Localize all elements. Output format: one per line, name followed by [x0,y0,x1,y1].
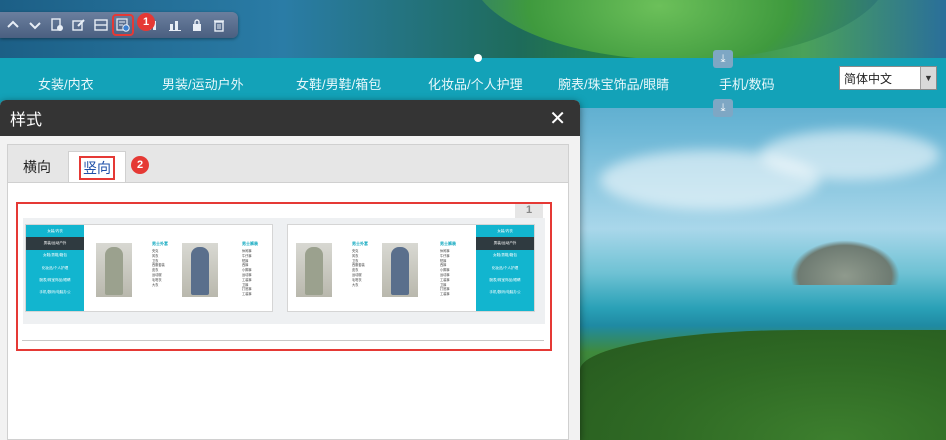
dropdown-arrow-icon[interactable]: ▼ [920,67,936,89]
language-select-value: 简体中文 [844,71,893,86]
language-select[interactable]: 简体中文 ▼ [839,66,937,90]
tab-vertical-label: 竖向 [79,155,115,180]
mini-menu-item: 腕表/珠宝饰品/眼睛 [489,277,521,282]
nav-item[interactable]: 化妆品/个人护理 [428,74,523,93]
style-preview-frame: 1 女装/内衣 男装/运动户外 女鞋/男鞋/箱包 化妆品/个人护理 腕表/珠宝饰… [16,202,552,351]
nav-item[interactable]: 手机/数码 [719,74,775,93]
download-icon[interactable]: ⤓ [713,99,733,117]
dialog-title: 样式 [10,112,43,129]
preview-thumbnail-left-menu: 女装/内衣 男装/运动户外 女鞋/男鞋/箱包 化妆品/个人护理 腕表/珠宝饰品/… [25,224,273,312]
trash-icon[interactable] [210,16,228,34]
mini-menu-item: 化妆品/个人护理 [491,265,519,270]
mini-menu-item: 女鞋/男鞋/箱包 [43,253,67,258]
tab-horizontal-label: 横向 [23,159,51,175]
mini-column: 男士外套 夹克 风衣 卫衣 西服套装 皮衣 运动服 毛呢衣 大衣 [352,241,368,287]
mini-menu-item: 男装/运动户外 [476,237,534,250]
resize-handle[interactable] [474,54,482,62]
close-icon[interactable]: ✕ [549,108,566,128]
dialog-title-bar: 样式 [0,100,580,136]
lock-icon[interactable] [188,16,206,34]
nav-item[interactable]: 男装/运动户外 [162,74,244,93]
nav-item[interactable]: 女装/内衣 [38,74,94,93]
edit-icon[interactable] [70,16,88,34]
mini-menu: 女装/内衣 男装/运动户外 女鞋/男鞋/箱包 化妆品/个人护理 腕表/珠宝饰品/… [476,225,534,311]
nav-item[interactable]: 女鞋/男鞋/箱包 [296,74,381,93]
style-preview-option[interactable]: 1 女装/内衣 男装/运动户外 女鞋/男鞋/箱包 化妆品/个人护理 腕表/珠宝饰… [23,204,545,324]
mini-menu-item: 腕表/珠宝饰品/眼睛 [39,277,71,282]
style-tabs: 横向 竖向 [7,144,569,183]
mini-column: 男士外套 夹克 风衣 卫衣 西服套装 皮衣 运动服 毛呢衣 大衣 [152,241,168,287]
nav-item[interactable]: 腕表/珠宝饰品/眼睛 [558,74,669,93]
mini-menu-item: 手机/数码/电脑办公 [39,290,71,295]
tab-horizontal[interactable]: 横向 [8,151,66,183]
chevron-down-icon[interactable] [26,16,44,34]
tab-vertical[interactable]: 竖向 [68,151,126,183]
download-icon[interactable]: ⤓ [713,50,733,68]
module-toolbar [0,12,238,38]
mini-menu-item: 女装/内衣 [497,228,513,233]
step-1-badge: 1 [137,13,155,31]
background-cloud [760,130,940,180]
jeans-photo [382,243,418,297]
background-island [790,240,900,285]
bar-chart-icon[interactable] [166,16,184,34]
background-shore [580,330,946,440]
mini-menu-item: 化妆品/个人护理 [41,265,69,270]
preview-divider [22,340,544,341]
style-gear-icon[interactable] [112,14,134,36]
step-2-badge: 2 [131,156,149,174]
mini-column: 男士裤装 休闲裤 牛仔裤 短裤 西裤 小脚裤 运动裤 工装裤 卫裤 打底裤 工装… [242,241,258,297]
page-settings-icon[interactable] [48,16,66,34]
chevron-up-icon[interactable] [4,16,22,34]
dialog-body: 1 女装/内衣 男装/运动户外 女鞋/男鞋/箱包 化妆品/个人护理 腕表/珠宝饰… [7,182,569,440]
style-dialog: 样式 ✕ 横向 竖向 2 1 女装/内衣 男装/运动户外 女鞋/男鞋/箱包 化妆… [0,100,580,440]
mini-menu: 女装/内衣 男装/运动户外 女鞋/男鞋/箱包 化妆品/个人护理 腕表/珠宝饰品/… [26,225,84,311]
mini-menu-item: 手机/数码/电脑办公 [489,290,521,295]
mini-menu-item: 女鞋/男鞋/箱包 [493,253,517,258]
preview-number: 1 [515,204,543,218]
jacket-photo [296,243,332,297]
preview-thumbnail-right-menu: 男士外套 夹克 风衣 卫衣 西服套装 皮衣 运动服 毛呢衣 大衣 男士裤装 休闲… [287,224,535,312]
layout-icon[interactable] [92,16,110,34]
globe-image [470,0,890,60]
jacket-photo [96,243,132,297]
mini-menu-item: 男装/运动户外 [26,237,84,250]
jeans-photo [182,243,218,297]
mini-column: 男士裤装 休闲裤 牛仔裤 短裤 西裤 小脚裤 运动裤 工装裤 卫裤 打底裤 工装… [440,241,456,297]
mini-menu-item: 女装/内衣 [47,228,63,233]
